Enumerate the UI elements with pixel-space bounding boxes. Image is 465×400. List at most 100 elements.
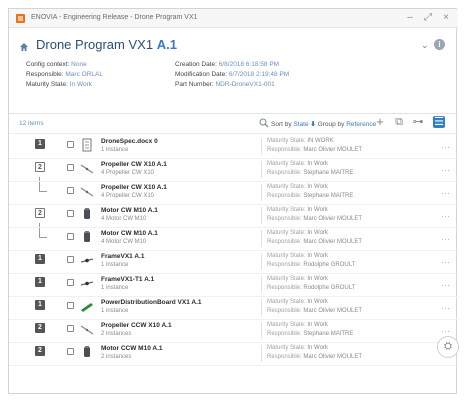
- attr-label: Responsible:: [267, 216, 302, 222]
- row-checkbox[interactable]: [67, 164, 74, 171]
- attr-value: In Work: [307, 322, 328, 328]
- item-maturity: Maturity State: IN WORK: [267, 138, 334, 144]
- meta-maturity-state: Maturity State: In Work: [26, 81, 92, 88]
- tree-view-icon[interactable]: ⊶: [412, 116, 424, 128]
- list-item[interactable]: 2 Motor CCW M10 A.1 2 instances Maturity…: [9, 343, 458, 366]
- attr-value: In Work: [307, 184, 328, 190]
- list-item[interactable]: Motor CW M10 A.1 4 Motor CW M10 Maturity…: [9, 228, 458, 251]
- close-icon[interactable]: ×: [440, 12, 452, 24]
- info-icon[interactable]: i: [434, 39, 445, 50]
- minimize-icon[interactable]: –: [404, 12, 416, 24]
- motor-icon: [84, 231, 90, 242]
- row-checkbox[interactable]: [67, 348, 74, 355]
- list-item[interactable]: 2 Propeller CCW X10 A.1 2 instances Matu…: [9, 320, 458, 343]
- item-maturity: Maturity State: In Work: [267, 276, 328, 282]
- group-field-link[interactable]: Reference: [346, 121, 376, 128]
- attr-label: Maturity State:: [267, 230, 306, 236]
- item-maturity: Maturity State: In Work: [267, 299, 328, 305]
- page-title-name: Drone Program VX1: [36, 37, 154, 52]
- list-item[interactable]: 2 Motor CW M10 A.1 4 Motor CW M10 Maturi…: [9, 205, 458, 228]
- meta-key: Config context:: [26, 61, 70, 68]
- collapse-chevron-icon[interactable]: ⌄: [421, 40, 431, 50]
- attr-label: Responsible:: [267, 170, 302, 176]
- item-responsible: Responsible: Stephane MAITRE: [267, 331, 353, 337]
- more-options-icon[interactable]: ···: [441, 234, 450, 244]
- attr-value: Rodolphe GROULT: [303, 262, 356, 268]
- item-title[interactable]: FrameVX1 A.1: [101, 253, 144, 260]
- divider: [261, 161, 262, 178]
- meta-creation-date: Creation Date: 6/8/2018 6:18:58 PM: [175, 61, 279, 68]
- divider: [261, 230, 262, 247]
- more-options-icon[interactable]: ···: [441, 326, 450, 336]
- search-icon[interactable]: [259, 118, 269, 128]
- item-title[interactable]: FrameVX1-T1 A.1: [101, 276, 154, 283]
- floating-action-button[interactable]: ⛭: [437, 336, 459, 358]
- sort-direction-icon[interactable]: ⬇: [310, 121, 315, 128]
- item-title[interactable]: Motor CW M10 A.1: [101, 207, 158, 214]
- more-options-icon[interactable]: ···: [441, 303, 450, 313]
- item-responsible: Responsible: Marc Olivier MOULET: [267, 354, 362, 360]
- list-item[interactable]: 2 Propeller CW X10 A.1 4 Propeller CW X1…: [9, 159, 458, 182]
- window-title: ENOVIA - Engineering Release - Drone Pro…: [31, 14, 198, 21]
- list-item[interactable]: 1 FrameVX1-T1 A.1 1 instance Maturity St…: [9, 274, 458, 297]
- list-item[interactable]: 1 PowerDistributionBoard VX1 A.1 1 insta…: [9, 297, 458, 320]
- list-item[interactable]: Propeller CW X10 A.1 4 Propeller CW X10 …: [9, 182, 458, 205]
- item-instances: 2 instances: [101, 354, 132, 360]
- row-checkbox[interactable]: [67, 302, 74, 309]
- attr-value: In Work: [307, 276, 328, 282]
- meta-key: Part Number:: [175, 81, 214, 88]
- item-title[interactable]: PowerDistributionBoard VX1 A.1: [101, 299, 202, 306]
- item-instances: 4 Motor CW M10: [101, 239, 147, 245]
- meta-value[interactable]: Marc ORLAL: [65, 71, 103, 78]
- list-item[interactable]: 1 FrameVX1 A.1 1 instance Maturity State…: [9, 251, 458, 274]
- group-prefix: Group by: [317, 121, 345, 128]
- item-maturity: Maturity State: In Work: [267, 322, 328, 328]
- attr-value: Marc Olivier MOULET: [303, 308, 363, 314]
- meta-value[interactable]: In Work: [70, 81, 92, 88]
- item-instances: 4 Propeller CW X10: [101, 193, 155, 199]
- page-title-revision: A.1: [156, 37, 177, 52]
- row-checkbox[interactable]: [67, 210, 74, 217]
- attr-label: Maturity State:: [267, 184, 306, 190]
- list-view-icon[interactable]: ☰: [433, 116, 445, 128]
- more-options-icon[interactable]: ···: [441, 165, 450, 175]
- home-icon[interactable]: [19, 42, 29, 52]
- attr-label: Responsible:: [267, 147, 302, 153]
- more-options-icon[interactable]: ···: [441, 188, 450, 198]
- app-window: ENOVIA - Engineering Release - Drone Pro…: [8, 8, 459, 394]
- row-checkbox[interactable]: [67, 325, 74, 332]
- meta-value[interactable]: NDR-DroneVX1-001: [215, 81, 274, 88]
- motor-icon: [84, 208, 90, 219]
- item-responsible: Responsible: Rodolphe GROULT: [267, 262, 355, 268]
- item-title[interactable]: Propeller CW X10 A.1: [101, 161, 167, 168]
- row-checkbox[interactable]: [67, 279, 74, 286]
- row-checkbox[interactable]: [67, 187, 74, 194]
- more-options-icon[interactable]: ···: [441, 280, 450, 290]
- row-checkbox[interactable]: [67, 256, 74, 263]
- row-checkbox[interactable]: [67, 141, 74, 148]
- maximize-icon[interactable]: ⤢: [422, 12, 434, 24]
- item-title[interactable]: DroneSpec.docx 0: [101, 138, 158, 145]
- sort-field-link[interactable]: State: [293, 121, 308, 128]
- meta-value[interactable]: None: [71, 61, 87, 68]
- more-options-icon[interactable]: ···: [441, 211, 450, 221]
- divider: [261, 299, 262, 316]
- more-options-icon[interactable]: ···: [441, 257, 450, 267]
- meta-key: Creation Date:: [175, 61, 217, 68]
- item-instances: 1 instance: [101, 262, 129, 268]
- attr-label: Responsible:: [267, 239, 302, 245]
- more-options-icon[interactable]: ···: [441, 142, 450, 152]
- attr-value: Stephane MAITRE: [303, 170, 354, 176]
- divider: [261, 138, 262, 155]
- item-title[interactable]: Propeller CW X10 A.1: [101, 184, 167, 191]
- attr-label: Responsible:: [267, 354, 302, 360]
- item-maturity: Maturity State: In Work: [267, 345, 328, 351]
- list-item[interactable]: 1 DroneSpec.docx 0 1 instance Maturity S…: [9, 136, 458, 159]
- item-title[interactable]: Motor CW M10 A.1: [101, 230, 158, 237]
- item-title[interactable]: Propeller CCW X10 A.1: [101, 322, 172, 329]
- add-icon[interactable]: +: [374, 115, 386, 128]
- attr-label: Responsible:: [267, 285, 302, 291]
- item-title[interactable]: Motor CCW M10 A.1: [101, 345, 163, 352]
- copy-icon[interactable]: ⧉: [393, 116, 405, 128]
- row-checkbox[interactable]: [67, 233, 74, 240]
